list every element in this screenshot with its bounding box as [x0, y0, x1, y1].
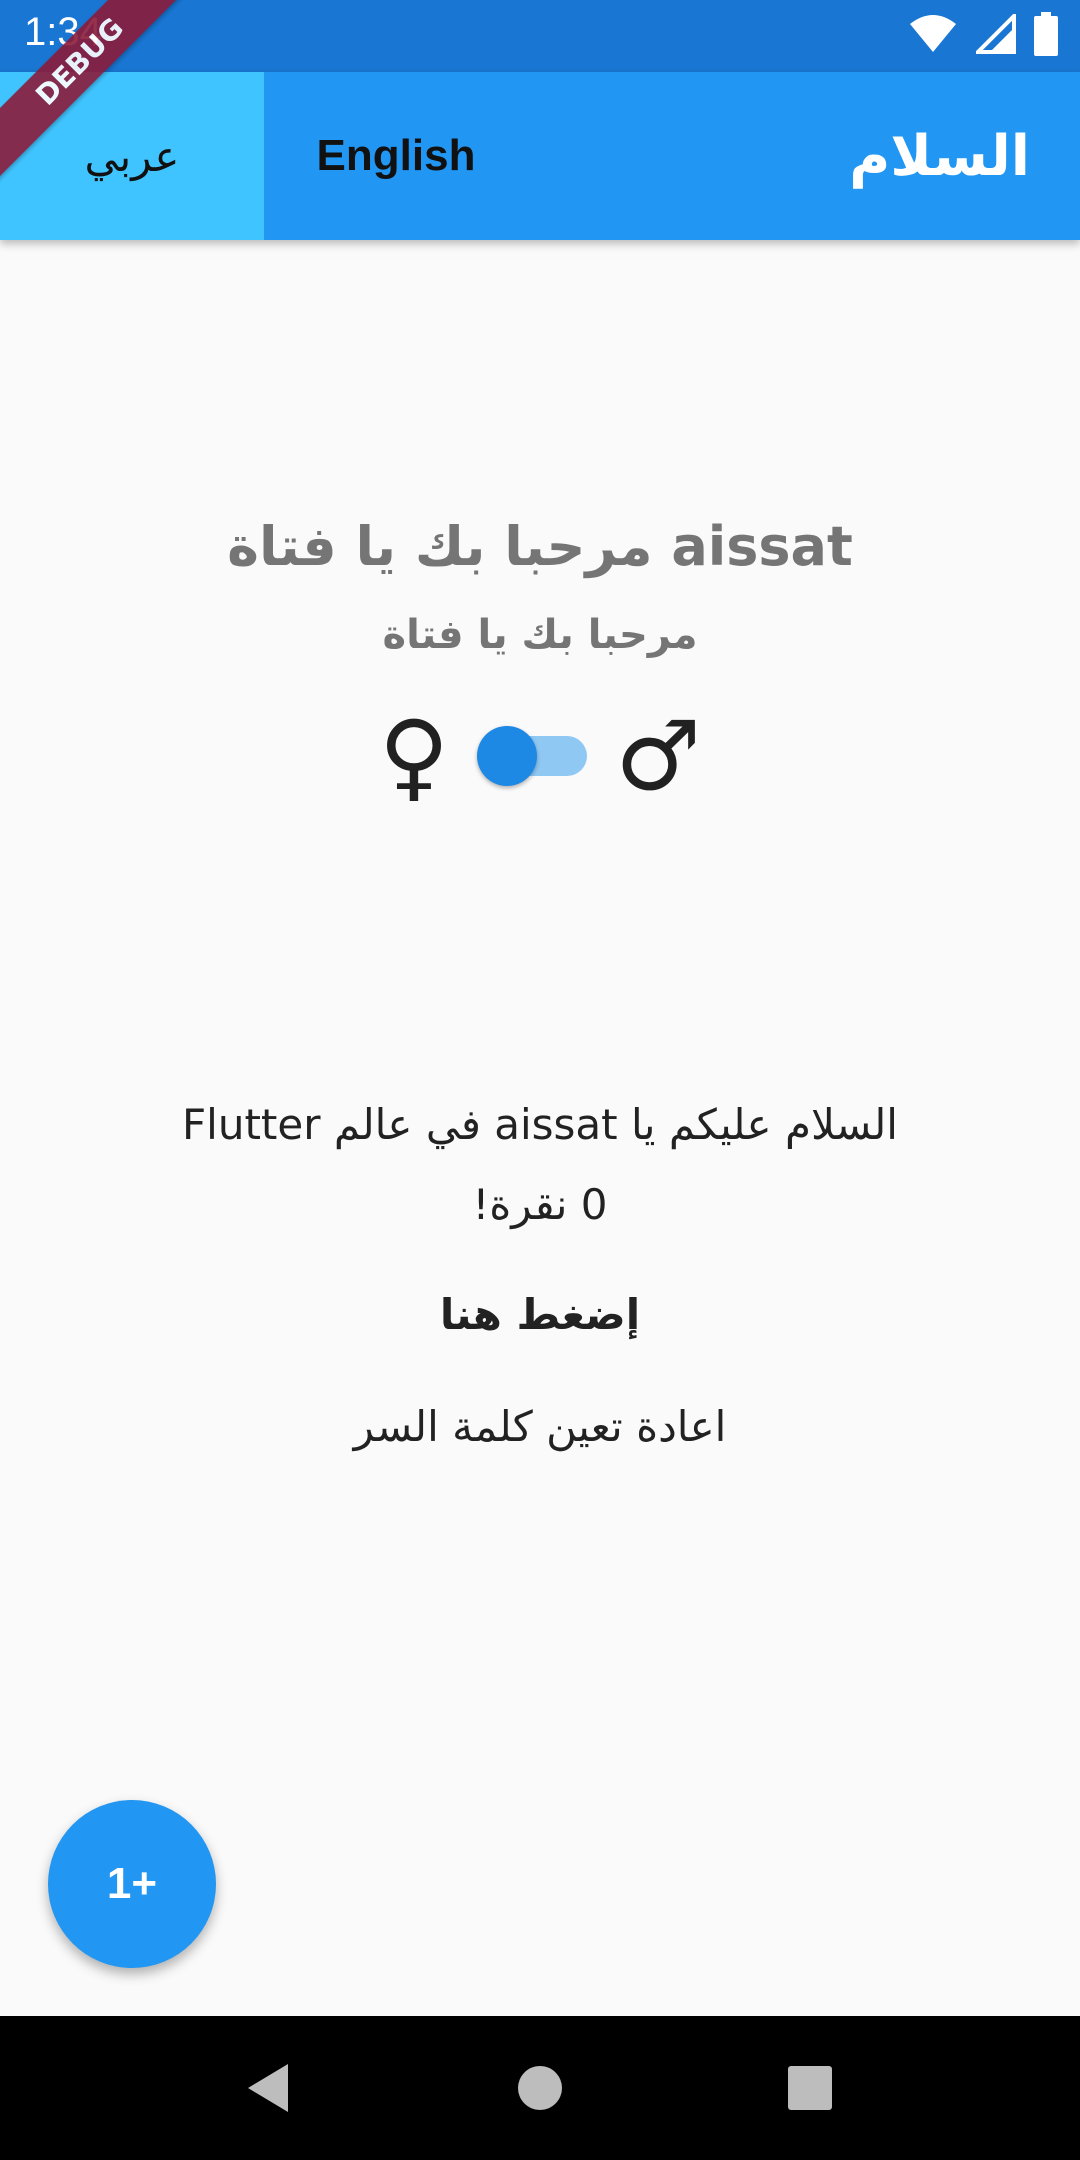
welcome-subtitle: مرحبا بك يا فتاة — [382, 612, 698, 658]
reset-password-button[interactable]: اعادة تعين كلمة السر — [340, 1402, 740, 1466]
app-title: السلام — [849, 123, 1030, 189]
recents-icon[interactable] — [750, 2016, 870, 2160]
gender-switch[interactable] — [477, 710, 588, 802]
system-nav-bar — [0, 2016, 1080, 2160]
counter-text: 0 نقرة! — [472, 1180, 608, 1229]
increment-fab[interactable]: 1+ — [48, 1800, 216, 1968]
male-icon: ♂ — [615, 700, 702, 812]
gender-selector: ♀ ♂ — [0, 700, 1080, 812]
english-language-button[interactable]: English — [264, 72, 528, 240]
press-here-button[interactable]: إضغط هنا — [400, 1290, 680, 1354]
battery-icon — [1034, 12, 1058, 60]
female-icon: ♀ — [378, 700, 450, 812]
greeting-text: السلام عليكم يا aissat في عالم Flutter — [182, 1100, 898, 1149]
back-icon[interactable] — [208, 2016, 328, 2160]
welcome-title: aissat مرحبا بك يا فتاة — [227, 515, 853, 578]
status-icons — [908, 11, 1058, 60]
switch-thumb[interactable] — [477, 726, 538, 786]
signal-icon — [973, 11, 1016, 58]
home-icon[interactable] — [480, 2016, 600, 2160]
app-bar: عربي English السلام — [0, 72, 1080, 240]
wifi-icon — [908, 14, 958, 58]
